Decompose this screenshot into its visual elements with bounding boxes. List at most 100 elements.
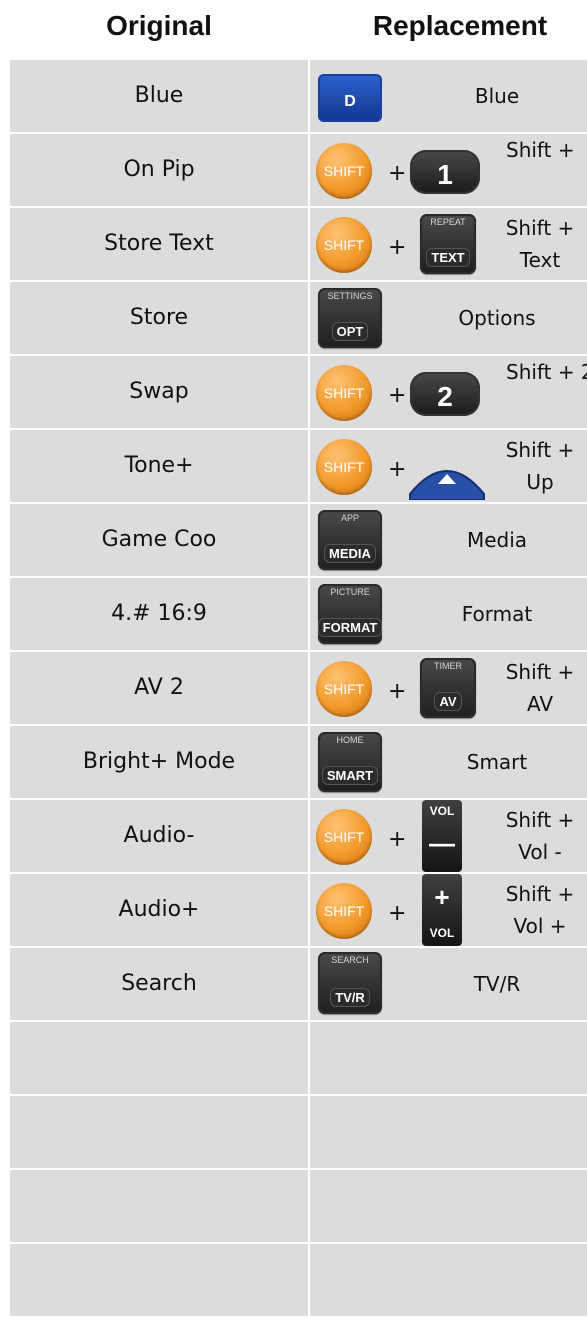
replacement-line-1: Shift + — [505, 438, 575, 462]
volume-down-key-icon: VOL — — [422, 800, 462, 872]
table-row: Swap SHIFT + 2 Shift + 2 — [10, 356, 587, 428]
replacement-cell — [310, 1096, 587, 1168]
key-top-label: TIMER — [434, 661, 462, 671]
empty-table-row — [10, 1022, 587, 1094]
original-cell: AV 2 — [10, 652, 308, 724]
replacement-cell: SEARCH TV/R TV/R — [310, 948, 587, 1020]
replacement-line-1: Shift + — [505, 808, 575, 832]
shift-key-icon: SHIFT — [316, 365, 372, 421]
tvr-key-icon: SEARCH TV/R — [318, 952, 382, 1014]
replacement-label: Shift + Up — [480, 434, 587, 498]
replacement-label: Smart — [466, 750, 528, 774]
original-cell: Audio+ — [10, 874, 308, 946]
shift-key-icon: SHIFT — [316, 809, 372, 865]
table-row: Store SETTINGS OPT Options — [10, 282, 587, 354]
replacement-label: Shift + Text — [480, 212, 587, 276]
replacement-cell: PICTURE FORMAT Format — [310, 578, 587, 650]
replacement-label: Shift + — [506, 138, 575, 162]
key-main-label: FORMAT — [318, 619, 382, 636]
key-top-label: HOME — [336, 735, 364, 745]
shift-key-icon: SHIFT — [316, 143, 372, 199]
number-2-key-icon: 2 — [410, 372, 480, 416]
table-row: Audio- SHIFT + VOL — Shift + Vol - — [10, 800, 587, 872]
key-main-label: TV/R — [331, 989, 369, 1006]
original-cell: Tone+ — [10, 430, 308, 502]
shift-key-icon: SHIFT — [316, 439, 372, 495]
shift-key-icon: SHIFT — [316, 661, 372, 717]
table-row: Tone+ SHIFT + Shift + Up — [10, 430, 587, 502]
original-cell: Search — [10, 948, 308, 1020]
original-cell: Bright+ Mode — [10, 726, 308, 798]
empty-table-row — [10, 1244, 587, 1316]
replacement-label: Shift + Vol + — [480, 878, 587, 942]
original-cell: On Pip — [10, 134, 308, 206]
key-top-label: REPEAT — [430, 217, 466, 227]
replacement-label: Format — [461, 602, 533, 626]
replacement-line-2: Up — [526, 470, 554, 494]
key-top-label: APP — [340, 513, 359, 523]
key-main-label: — — [429, 828, 455, 858]
key-main-label: AV — [435, 693, 461, 710]
original-cell — [10, 1170, 308, 1242]
replacement-label: Shift + AV — [480, 656, 587, 720]
shift-key-icon: SHIFT — [316, 217, 372, 273]
av-key-icon: TIMER AV — [420, 658, 476, 718]
table-row: AV 2 SHIFT + TIMER AV Shift + AV — [10, 652, 587, 724]
replacement-line-2: Vol - — [518, 840, 562, 864]
table-row: Blue D Blue — [10, 60, 587, 132]
replacement-line-1: Shift + — [505, 660, 575, 684]
replacement-cell: SHIFT + TIMER AV Shift + AV — [310, 652, 587, 724]
plus-sign: + — [388, 901, 407, 926]
replacement-cell: SHIFT + 1 Shift + — [310, 134, 587, 206]
key-main-label: MEDIA — [325, 545, 375, 562]
number-1-key-icon: 1 — [410, 150, 480, 194]
blue-d-key-icon: D — [318, 74, 382, 122]
replacement-label: Blue — [474, 84, 520, 108]
empty-table-row — [10, 1170, 587, 1242]
original-cell: 4.# 16:9 — [10, 578, 308, 650]
plus-sign: + — [388, 161, 407, 186]
original-cell: Swap — [10, 356, 308, 428]
replacement-cell: SHIFT + REPEAT TEXT Shift + Text — [310, 208, 587, 280]
replacement-cell: D Blue — [310, 60, 587, 132]
replacement-line-1: Shift + — [505, 216, 575, 240]
text-key-icon: REPEAT TEXT — [420, 214, 476, 274]
key-top-label: PICTURE — [330, 587, 370, 597]
replacement-cell — [310, 1170, 587, 1242]
replacement-cell: HOME SMART Smart — [310, 726, 587, 798]
replacement-cell: SETTINGS OPT Options — [310, 282, 587, 354]
key-top-label: VOL — [429, 804, 455, 818]
replacement-cell: SHIFT + + VOL Shift + Vol + — [310, 874, 587, 946]
key-main-label: TEXT — [427, 249, 469, 266]
replacement-label: Media — [466, 528, 528, 552]
replacement-line-2: Text — [519, 248, 561, 272]
replacement-label: Shift + Vol - — [480, 804, 587, 868]
original-cell: Audio- — [10, 800, 308, 872]
opt-key-icon: SETTINGS OPT — [318, 288, 382, 348]
table-row: Audio+ SHIFT + + VOL Shift + Vol + — [10, 874, 587, 946]
smart-key-icon: HOME SMART — [318, 732, 382, 792]
table-row: On Pip SHIFT + 1 Shift + — [10, 134, 587, 206]
empty-table-row — [10, 1096, 587, 1168]
volume-up-key-icon: + VOL — [422, 874, 462, 946]
replacement-line-2: Vol + — [513, 914, 567, 938]
header-replacement: Replacement — [372, 10, 548, 41]
table-row: 4.# 16:9 PICTURE FORMAT Format — [10, 578, 587, 650]
replacement-cell — [310, 1022, 587, 1094]
mapping-table: Blue D Blue On Pip SHIFT + 1 Shift + Sto… — [10, 60, 587, 1318]
replacement-line-1: Shift + — [505, 882, 575, 906]
table-row: Search SEARCH TV/R TV/R — [10, 948, 587, 1020]
replacement-label: TV/R — [473, 972, 521, 996]
table-header: Original Replacement — [10, 0, 587, 60]
plus-sign: + — [388, 235, 407, 260]
original-cell — [10, 1096, 308, 1168]
media-key-icon: APP MEDIA — [318, 510, 382, 570]
replacement-cell: SHIFT + Shift + Up — [310, 430, 587, 502]
replacement-cell — [310, 1244, 587, 1316]
original-cell: Store Text — [10, 208, 308, 280]
plus-sign: + — [388, 827, 407, 852]
plus-sign: + — [388, 457, 407, 482]
replacement-line-2: AV — [526, 692, 554, 716]
table-row: Store Text SHIFT + REPEAT TEXT Shift + T… — [10, 208, 587, 280]
original-cell — [10, 1022, 308, 1094]
